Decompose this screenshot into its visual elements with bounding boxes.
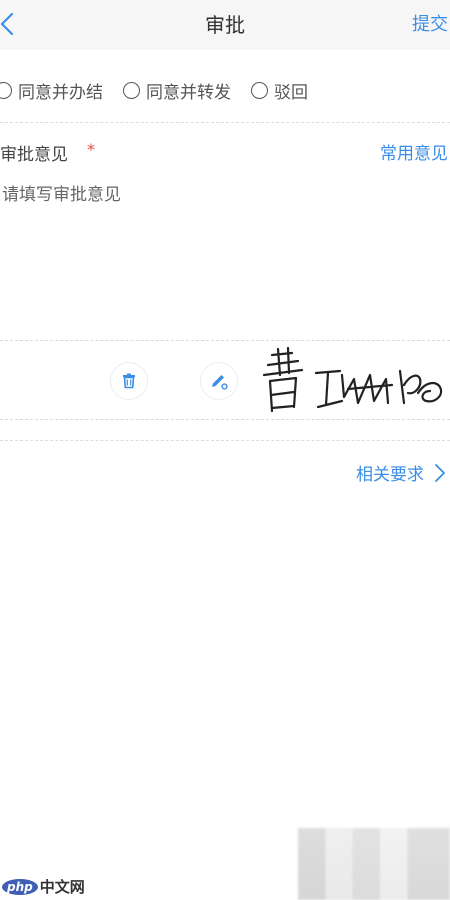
radio-approve-finish[interactable]: 同意并办结 <box>0 78 103 103</box>
radio-label: 同意并转发 <box>146 82 231 103</box>
blurred-region <box>298 828 450 900</box>
approval-options: 同意并办结 同意并转发 驳回 <box>0 60 450 120</box>
radio-circle-icon[interactable] <box>251 81 268 99</box>
divider <box>0 122 450 123</box>
page-title: 审批 <box>205 13 245 37</box>
draw-signature-button[interactable] <box>200 362 238 400</box>
radio-label: 同意并办结 <box>18 82 103 103</box>
chevron-right-icon <box>435 463 445 482</box>
radio-reject[interactable]: 驳回 <box>251 78 308 103</box>
handwritten-signature <box>262 346 443 413</box>
header-bar: 审批 提交 <box>0 0 450 50</box>
related-requirements-link[interactable]: 相关要求 <box>356 460 446 485</box>
common-opinion-link[interactable]: 常用意见 <box>380 139 448 164</box>
submit-button[interactable]: 提交 <box>412 10 448 36</box>
radio-approve-forward[interactable]: 同意并转发 <box>123 78 231 103</box>
watermark-text: 中文网 <box>39 878 85 896</box>
signature-area[interactable] <box>0 340 450 420</box>
delete-signature-button[interactable] <box>110 362 148 400</box>
requirements-label: 相关要求 <box>356 465 424 485</box>
watermark: php 中文网 <box>2 876 85 897</box>
radio-circle-icon[interactable] <box>123 81 140 99</box>
trash-icon <box>123 373 135 389</box>
opinion-label: 审批意见 <box>0 145 68 165</box>
radio-circle-icon[interactable] <box>0 81 12 99</box>
divider <box>0 440 450 441</box>
watermark-logo: php <box>2 878 38 895</box>
opinion-textarea[interactable] <box>0 176 448 326</box>
required-mark: * <box>87 140 95 159</box>
radio-label: 驳回 <box>274 82 308 103</box>
pen-icon <box>212 375 228 390</box>
